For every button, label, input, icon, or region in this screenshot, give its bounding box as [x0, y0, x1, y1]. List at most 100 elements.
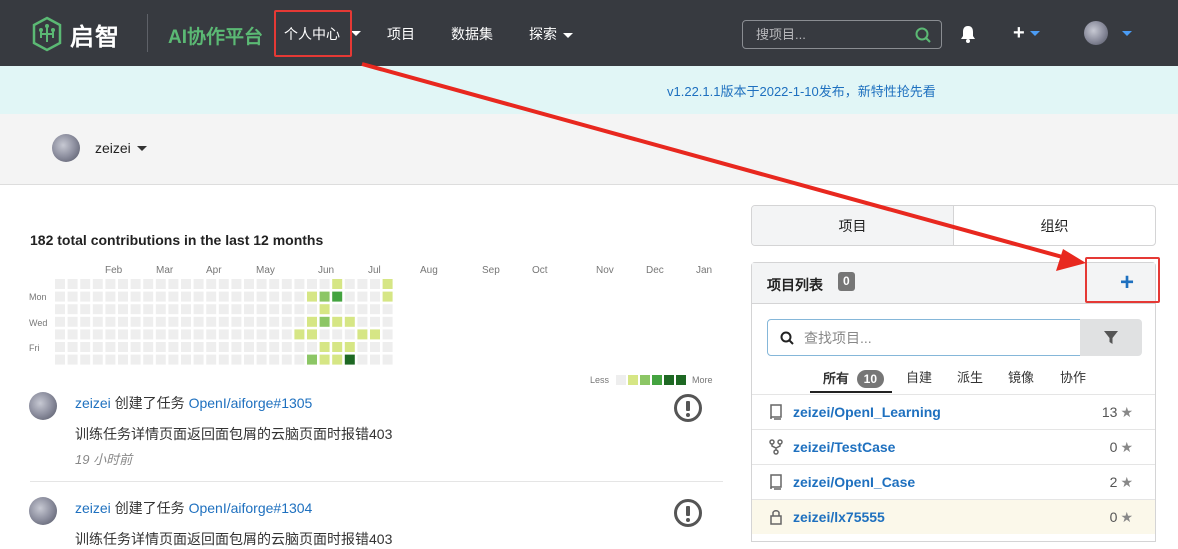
project-search-input[interactable]: [804, 320, 1074, 355]
heatmap-day: [231, 279, 242, 289]
heatmap-day: [105, 354, 116, 365]
heatmap-day: [244, 304, 254, 315]
legend-swatch: [640, 375, 650, 385]
filter-mirrors[interactable]: 镜像: [1008, 367, 1034, 386]
feed-issue-link[interactable]: OpenI/aiforge#1304: [189, 500, 313, 516]
heatmap-day: [105, 316, 116, 327]
star-count: 0: [1109, 509, 1118, 525]
bell-icon[interactable]: [960, 25, 976, 43]
chevron-down-icon: [563, 32, 573, 38]
heatmap-day: [181, 304, 191, 315]
create-menu[interactable]: +: [1013, 22, 1040, 45]
day-label: Wed: [29, 318, 48, 328]
tab-organizations[interactable]: 组织: [954, 206, 1155, 245]
filter-all[interactable]: 所有 10: [823, 368, 884, 388]
feed-issue-title[interactable]: 训练任务详情页面返回面包屑的云脑页面时报错403: [75, 424, 392, 444]
repo-list-item[interactable]: zeizei/OpenI_Case 2 ★: [752, 464, 1155, 499]
heatmap-day: [181, 291, 191, 302]
nav-projects[interactable]: 项目: [387, 24, 415, 44]
heatmap-day: [231, 329, 242, 340]
star-icon: ★: [1120, 509, 1133, 525]
month-label: Mar: [156, 265, 174, 276]
legend-swatch: [616, 375, 626, 385]
heatmap-day: [67, 354, 78, 365]
repo-list-item[interactable]: zeizei/TestCase 0 ★: [752, 429, 1155, 464]
feed-action: 创建了任务: [114, 500, 185, 516]
month-label: May: [256, 265, 275, 276]
heatmap-day: [370, 291, 380, 302]
heatmap-day: [168, 354, 179, 365]
highlight-box-nav: [274, 10, 352, 57]
heatmap-day: [155, 354, 166, 365]
heatmap-day: [118, 304, 128, 315]
nav-datasets[interactable]: 数据集: [451, 24, 493, 44]
avatar: [52, 134, 80, 162]
tab-projects[interactable]: 项目: [752, 206, 954, 245]
heatmap-day: [143, 329, 154, 340]
repo-list-item[interactable]: zeizei/OpenI_Learning 13 ★: [752, 394, 1155, 429]
heatmap-day: [231, 291, 242, 302]
heatmap-day: [92, 342, 103, 352]
chevron-down-icon[interactable]: [351, 31, 361, 36]
search-icon: [780, 331, 794, 345]
heatmap-day: [193, 354, 204, 365]
repo-list-item[interactable]: zeizei/lx75555 0 ★: [752, 499, 1155, 534]
filter-button[interactable]: [1080, 319, 1142, 356]
filter-owned[interactable]: 自建: [906, 367, 932, 386]
month-label: Jun: [318, 265, 335, 276]
repo-name[interactable]: zeizei/OpenI_Case: [793, 474, 915, 490]
heatmap-day: [118, 342, 128, 352]
global-search-input[interactable]: [743, 21, 903, 48]
heatmap-day: [168, 304, 179, 315]
context-switcher[interactable]: zeizei: [52, 134, 147, 162]
heatmap-day: [206, 316, 217, 327]
heatmap-day: [281, 316, 292, 327]
heatmap-day: [55, 316, 65, 327]
filter-icon: [1104, 331, 1118, 344]
filter-collaborative[interactable]: 协作: [1060, 367, 1086, 386]
heatmap-day: [382, 304, 393, 315]
heatmap-day: [269, 279, 280, 289]
heatmap-day: [357, 329, 368, 340]
star-count: 2: [1109, 474, 1118, 490]
feed-user-link[interactable]: zeizei: [75, 395, 111, 411]
heatmap-day: [319, 304, 330, 315]
feed-issue-title[interactable]: 训练任务详情页面返回面包屑的云脑页面时报错403: [75, 529, 392, 549]
nav-explore[interactable]: 探索: [529, 24, 573, 44]
feed-user-link[interactable]: zeizei: [75, 500, 111, 516]
user-menu[interactable]: [1084, 21, 1132, 45]
announcement-link[interactable]: v1.22.1.1版本于2022-1-10发布，新特性抢先看: [667, 81, 936, 100]
feed-issue-link[interactable]: OpenI/aiforge#1305: [189, 395, 313, 411]
heatmap-day: [281, 279, 292, 289]
site-logo[interactable]: 启智: [30, 16, 120, 52]
heatmap-day: [370, 279, 380, 289]
avatar[interactable]: [29, 392, 57, 420]
heatmap-day: [80, 316, 91, 327]
heatmap-day: [143, 304, 154, 315]
project-search[interactable]: [767, 319, 1081, 356]
avatar[interactable]: [29, 497, 57, 525]
repo-name[interactable]: zeizei/TestCase: [793, 439, 895, 455]
heatmap-day: [382, 291, 393, 302]
heatmap-day: [206, 291, 217, 302]
search-icon[interactable]: [915, 27, 931, 43]
legend-swatch: [652, 375, 662, 385]
heatmap-day: [218, 342, 229, 352]
repo-name[interactable]: zeizei/lx75555: [793, 509, 885, 525]
global-search[interactable]: [742, 20, 942, 49]
month-label: Feb: [105, 265, 123, 276]
heatmap-day: [130, 304, 141, 315]
heatmap-day: [155, 316, 166, 327]
heatmap-day: [294, 279, 305, 289]
heatmap-day: [155, 279, 166, 289]
heatmap-day: [80, 354, 91, 365]
logo-divider: [147, 14, 148, 52]
heatmap-day: [370, 316, 380, 327]
heatmap-day: [307, 279, 317, 289]
heatmap-day: [218, 304, 229, 315]
announcement-banner: v1.22.1.1版本于2022-1-10发布，新特性抢先看: [0, 66, 1178, 114]
filter-forks[interactable]: 派生: [957, 367, 983, 386]
repo-stars: 0 ★: [1110, 439, 1133, 456]
repo-name[interactable]: zeizei/OpenI_Learning: [793, 404, 941, 420]
heatmap-day: [269, 329, 280, 340]
